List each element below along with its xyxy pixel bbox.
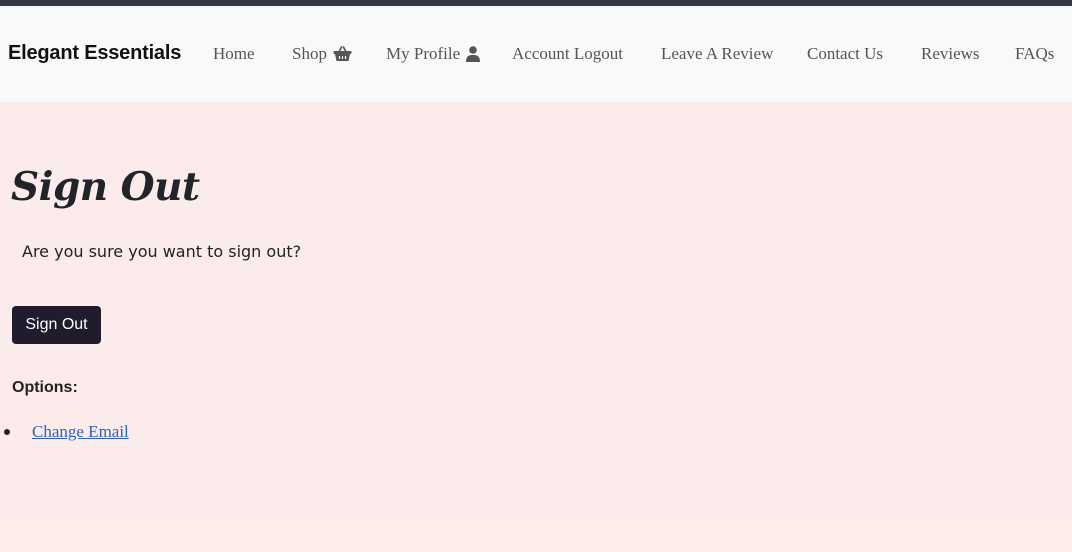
sign-out-button[interactable]: Sign Out — [12, 306, 101, 344]
nav-profile-label: My Profile — [386, 44, 461, 63]
nav-shop-link[interactable]: Shop — [292, 44, 352, 64]
nav-contact-label: Contact Us — [807, 44, 884, 63]
list-bullet — [4, 429, 10, 435]
basket-icon — [333, 46, 352, 62]
nav-faqs-link[interactable]: FAQs — [1015, 44, 1054, 64]
nav-leave-review-label: Leave A Review — [661, 44, 774, 63]
nav-home-link[interactable]: Home — [213, 44, 255, 64]
nav-reviews-link[interactable]: Reviews — [921, 44, 980, 64]
user-icon — [466, 46, 481, 62]
nav-faqs-label: FAQs — [1015, 44, 1055, 63]
footer-strip — [0, 516, 1072, 552]
nav-contact-link[interactable]: Contact Us — [807, 44, 883, 64]
nav-logout-label: Account Logout — [512, 44, 623, 63]
options-label: Options: — [12, 379, 78, 396]
change-email-link[interactable]: Change Email — [32, 422, 129, 442]
signout-question: Are you sure you want to sign out? — [22, 242, 302, 261]
nav-logout-link[interactable]: Account Logout — [512, 44, 623, 64]
nav-shop-label: Shop — [292, 44, 327, 63]
nav-reviews-label: Reviews — [921, 44, 980, 63]
brand-logo-link[interactable]: Elegant Essentials — [8, 42, 181, 65]
nav-profile-link[interactable]: My Profile — [386, 44, 481, 64]
nav-home-label: Home — [213, 44, 255, 63]
nav-leave-review-link[interactable]: Leave A Review — [661, 44, 773, 64]
navbar: Elegant Essentials Home Shop My Profile … — [0, 6, 1072, 102]
page-title: Sign Out — [11, 164, 200, 210]
